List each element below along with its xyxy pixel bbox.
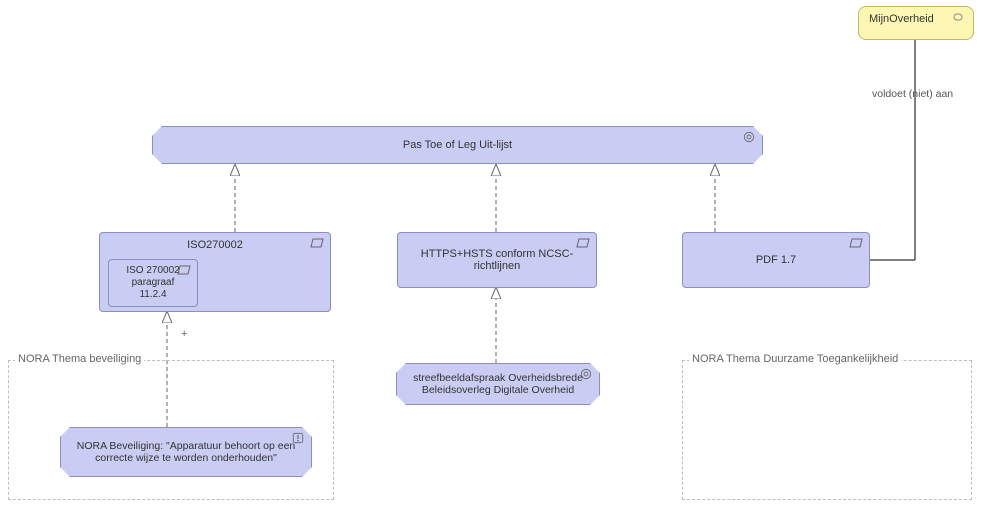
goal-streefbeeld[interactable]: streefbeeldafspraak Overheidsbrede Belei… xyxy=(396,363,600,405)
svg-text:+: + xyxy=(181,328,187,340)
requirement-iso-paragraph[interactable]: ISO 270002 paragraaf 11.2.4 xyxy=(108,259,198,307)
requirement-https-hsts[interactable]: HTTPS+HSTS conform NCSC-richtlijnen xyxy=(397,232,597,288)
group-label: NORA Thema Duurzame Toegankelijkheid xyxy=(689,353,901,365)
requirement-label: HTTPS+HSTS conform NCSC-richtlijnen xyxy=(406,248,588,272)
actor-mijnoverheid[interactable]: MijnOverheid xyxy=(858,6,974,40)
requirement-icon xyxy=(310,237,324,249)
group-label: NORA Thema beveiliging xyxy=(15,353,144,365)
requirement-pdf17[interactable]: PDF 1.7 xyxy=(682,232,870,288)
nested-l2: paragraaf xyxy=(132,277,175,289)
principle-nora-beveiliging[interactable]: NORA Beveiliging: "Apparatuur behoort op… xyxy=(60,427,312,477)
requirement-iso270002[interactable]: ISO270002 ISO 270002 paragraaf 11.2.4 xyxy=(99,232,331,312)
nested-l1: ISO 270002 xyxy=(126,265,179,277)
principle-label: NORA Beveiliging: "Apparatuur behoort op… xyxy=(69,440,303,464)
requirement-label: PDF 1.7 xyxy=(756,254,796,266)
actor-label: MijnOverheid xyxy=(869,13,934,25)
requirement-icon xyxy=(849,237,863,249)
goal-label: streefbeeldafspraak Overheidsbrede Belei… xyxy=(405,372,591,396)
actor-icon xyxy=(953,11,967,23)
requirement-label: ISO270002 xyxy=(187,239,243,251)
goal-label: Pas Toe of Leg Uit-lijst xyxy=(403,139,512,151)
relation-label-voldoet: voldoet (niet) aan xyxy=(872,88,953,100)
goal-icon xyxy=(742,131,756,143)
group-nora-duurzaam: NORA Thema Duurzame Toegankelijkheid xyxy=(682,360,972,500)
goal-pas-toe-of-leg-uit[interactable]: Pas Toe of Leg Uit-lijst xyxy=(152,126,763,164)
nested-l3: 11.2.4 xyxy=(139,289,166,301)
